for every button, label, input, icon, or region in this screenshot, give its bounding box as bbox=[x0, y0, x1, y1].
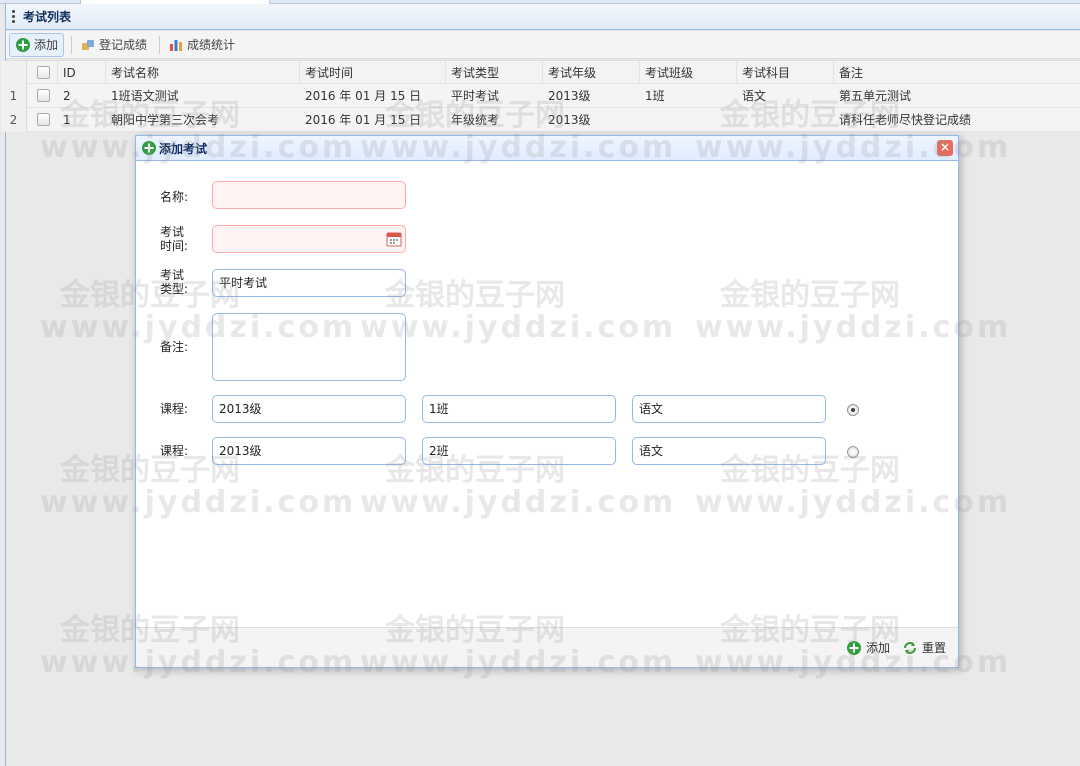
cell-type: 年级统考 bbox=[451, 113, 500, 127]
cell-subject: 语文 bbox=[742, 89, 767, 103]
toolbar-divider bbox=[71, 35, 73, 54]
dialog-header: 添加考试 × bbox=[136, 136, 958, 161]
course-class-field[interactable]: 1班 bbox=[422, 395, 616, 423]
table-row[interactable]: 2 1 朝阳中学第三次会考 2016 年 01 月 15 日 年级统考 2013… bbox=[1, 108, 1080, 132]
cell-grade: 2013级 bbox=[548, 113, 591, 127]
calendar-icon[interactable] bbox=[386, 231, 402, 247]
add-exam-dialog: 添加考试 × 名称: 考试 时间: 考试 类型: 平时考试 备注: 课程: 20… bbox=[135, 135, 959, 668]
cell-grade: 2013级 bbox=[548, 89, 591, 103]
cell-id: 2 bbox=[63, 89, 71, 103]
add-icon bbox=[15, 37, 31, 53]
cell-name: 1班语文测试 bbox=[111, 89, 179, 103]
refresh-icon bbox=[902, 640, 918, 656]
course-radio[interactable] bbox=[847, 446, 859, 458]
add-button-label: 添加 bbox=[34, 38, 59, 52]
cell-note: 请科任老师尽快登记成绩 bbox=[839, 113, 972, 127]
select-all-checkbox[interactable] bbox=[37, 66, 50, 79]
add-icon bbox=[846, 640, 862, 656]
row-number: 1 bbox=[1, 84, 27, 108]
column-header[interactable]: 考试类型 bbox=[451, 61, 499, 85]
toolbar-divider bbox=[159, 35, 161, 54]
type-label-line2: 类型: bbox=[160, 282, 189, 296]
dialog-reset-label: 重置 bbox=[921, 641, 946, 655]
add-button[interactable]: 添加 bbox=[9, 32, 65, 57]
time-label-line2: 时间: bbox=[160, 239, 189, 253]
course-label: 课程: bbox=[160, 444, 189, 458]
panel-header: 考试列表 bbox=[6, 4, 1080, 30]
cell-type: 平时考试 bbox=[451, 89, 500, 103]
cell-time: 2016 年 01 月 15 日 bbox=[305, 113, 422, 127]
course-radio[interactable] bbox=[847, 404, 859, 416]
type-label-line1: 考试 bbox=[160, 268, 185, 282]
time-label-line1: 考试 bbox=[160, 225, 185, 239]
panel-title: 考试列表 bbox=[23, 10, 72, 24]
name-label: 名称: bbox=[160, 190, 189, 204]
dialog-add-label: 添加 bbox=[865, 641, 890, 655]
row-checkbox[interactable] bbox=[37, 113, 50, 126]
dialog-reset-button[interactable]: 重置 bbox=[902, 639, 946, 656]
add-icon bbox=[141, 140, 157, 156]
column-header[interactable]: 考试时间 bbox=[305, 61, 353, 85]
column-header[interactable]: 考试科目 bbox=[742, 61, 790, 85]
dialog-footer: 添加 重置 bbox=[136, 627, 958, 667]
column-header[interactable]: 考试班级 bbox=[645, 61, 693, 85]
dialog-title: 添加考试 bbox=[159, 141, 208, 156]
course-class-field[interactable]: 2班 bbox=[422, 437, 616, 465]
dialog-add-button[interactable]: 添加 bbox=[846, 639, 890, 656]
row-number-header bbox=[1, 61, 27, 85]
score-stats-label: 成绩统计 bbox=[187, 38, 236, 52]
register-scores-button[interactable]: 登记成绩 bbox=[75, 33, 152, 57]
exam-date-field[interactable] bbox=[212, 225, 406, 253]
register-scores-label: 登记成绩 bbox=[99, 38, 148, 52]
cell-time: 2016 年 01 月 15 日 bbox=[305, 89, 422, 103]
dialog-body: 名称: 考试 时间: 考试 类型: 平时考试 备注: 课程: 2013级 1班 … bbox=[136, 162, 958, 627]
name-field[interactable] bbox=[212, 181, 406, 209]
exam-table: ID 考试名称 考试时间 考试类型 考试年级 考试班级 考试科目 备注 1 2 … bbox=[1, 60, 1080, 132]
row-number: 2 bbox=[1, 108, 27, 132]
register-icon bbox=[80, 37, 96, 53]
bar-chart-icon bbox=[168, 37, 184, 53]
note-textarea[interactable] bbox=[212, 313, 406, 381]
column-header[interactable]: 考试年级 bbox=[548, 61, 596, 85]
close-icon[interactable]: × bbox=[937, 140, 953, 156]
course-subject-field[interactable]: 语文 bbox=[632, 437, 826, 465]
column-header[interactable]: 考试名称 bbox=[111, 61, 159, 85]
note-label: 备注: bbox=[160, 340, 189, 354]
cell-name: 朝阳中学第三次会考 bbox=[111, 113, 220, 127]
course-subject-field[interactable]: 语文 bbox=[632, 395, 826, 423]
cell-note: 第五单元测试 bbox=[839, 89, 912, 103]
course-grade-field[interactable]: 2013级 bbox=[212, 437, 406, 465]
cell-id: 1 bbox=[63, 113, 71, 127]
column-header[interactable]: 备注 bbox=[839, 61, 863, 85]
score-stats-button[interactable]: 成绩统计 bbox=[163, 33, 240, 57]
course-grade-field[interactable]: 2013级 bbox=[212, 395, 406, 423]
toolbar: 添加 登记成绩 成绩统计 bbox=[6, 31, 1080, 59]
menu-dots-icon[interactable] bbox=[12, 10, 15, 23]
exam-type-field[interactable]: 平时考试 bbox=[212, 269, 406, 297]
course-label: 课程: bbox=[160, 402, 189, 416]
table-row[interactable]: 1 2 1班语文测试 2016 年 01 月 15 日 平时考试 2013级 1… bbox=[1, 84, 1080, 108]
type-label: 考试 类型: bbox=[160, 268, 188, 296]
time-label: 考试 时间: bbox=[160, 225, 188, 253]
table-header-row: ID 考试名称 考试时间 考试类型 考试年级 考试班级 考试科目 备注 bbox=[1, 60, 1080, 85]
cell-class: 1班 bbox=[645, 89, 665, 103]
column-header[interactable]: ID bbox=[63, 61, 76, 85]
row-checkbox[interactable] bbox=[37, 89, 50, 102]
